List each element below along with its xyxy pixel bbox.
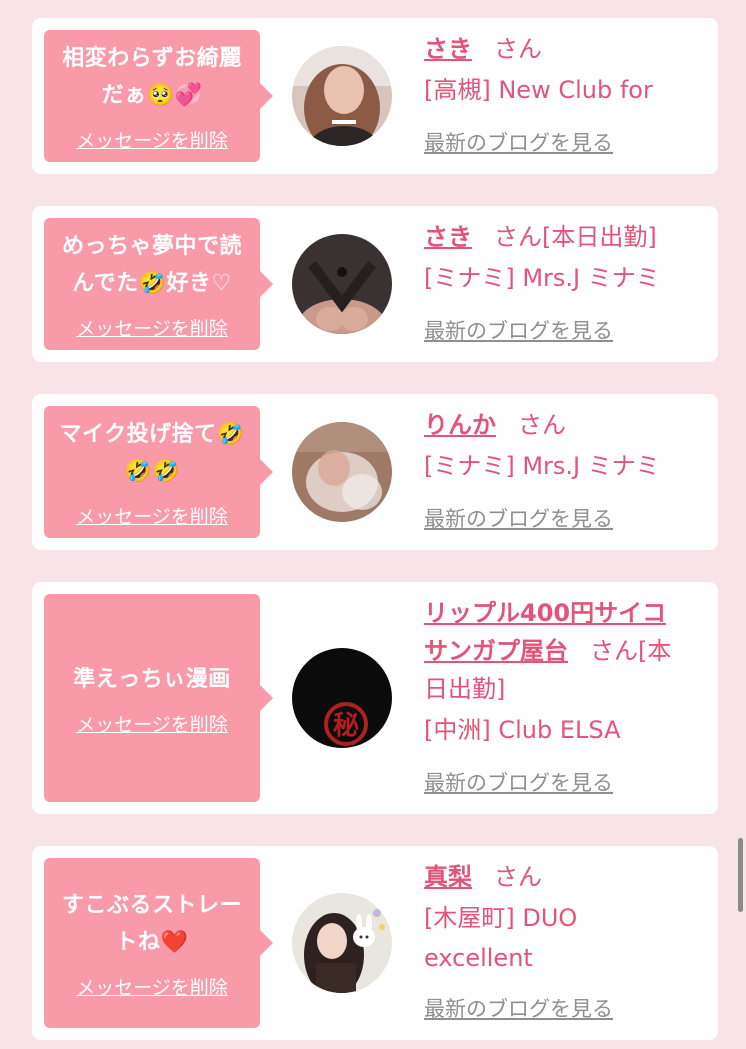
message-bubble: めっちゃ夢中で読 んでた🤣好き♡ メッセージを削除 bbox=[44, 218, 273, 350]
message-bubble: 相変わらずお綺麗 だぁ🥺💞 メッセージを削除 bbox=[44, 30, 273, 162]
delete-message-link[interactable]: メッセージを削除 bbox=[76, 977, 228, 999]
avatar[interactable]: 秘 bbox=[292, 648, 392, 748]
latest-blog-link[interactable]: 最新のブログを見る bbox=[424, 769, 613, 797]
cast-name-link[interactable]: リップル400円サイコ bbox=[424, 599, 666, 627]
avatar-glyph: 秘 bbox=[333, 710, 359, 741]
scrollbar[interactable] bbox=[738, 838, 743, 912]
store-name: [高槻] New Club for bbox=[424, 76, 653, 104]
cast-info: 真梨 さん [木屋町] DUO excellent bbox=[424, 858, 704, 978]
message-text: 準えっちぃ漫画 bbox=[73, 666, 231, 692]
avatar[interactable] bbox=[292, 422, 392, 522]
message-text: めっちゃ夢中で読 んでた🤣好き♡ bbox=[61, 234, 242, 296]
working-today-status: [本 bbox=[638, 637, 672, 665]
message-bubble: すこぶるストレー トね❤️ メッセージを削除 bbox=[44, 858, 273, 1028]
avatar[interactable] bbox=[292, 893, 392, 993]
honorific: さん bbox=[494, 223, 542, 251]
message-card: めっちゃ夢中で読 んでた🤣好き♡ メッセージを削除 さき さん[本日出勤] [ミナ… bbox=[32, 206, 718, 362]
cast-info: さき さん[本日出勤] [ミナミ] Mrs.J ミナミ bbox=[424, 218, 704, 298]
delete-message-link[interactable]: メッセージを削除 bbox=[76, 714, 228, 736]
store-name: [ミナミ] Mrs.J ミナミ bbox=[424, 452, 660, 480]
avatar[interactable] bbox=[292, 46, 392, 146]
cast-name-link[interactable]: さき bbox=[424, 35, 472, 63]
message-card: 準えっちぃ漫画 メッセージを削除 秘 リップル400円サイコ サンガプ屋台 さん[… bbox=[32, 582, 718, 814]
store-name: [木屋町] DUO bbox=[424, 904, 578, 932]
message-bubble: 準えっちぃ漫画 メッセージを削除 bbox=[44, 594, 273, 802]
latest-blog-link[interactable]: 最新のブログを見る bbox=[424, 317, 613, 345]
cast-name-link[interactable]: さき bbox=[424, 223, 472, 251]
cast-info: リップル400円サイコ サンガプ屋台 さん[本 日出勤] [中洲] Club EL… bbox=[424, 594, 704, 750]
honorific: さん bbox=[494, 35, 542, 63]
message-card: マイク投げ捨て🤣 🤣🤣 メッセージを削除 りんか さん [ミナミ] Mrs.J ミ… bbox=[32, 394, 718, 550]
cast-name-link-cont[interactable]: サンガプ屋台 bbox=[424, 637, 568, 665]
cast-info: りんか さん [ミナミ] Mrs.J ミナミ bbox=[424, 406, 704, 486]
delete-message-link[interactable]: メッセージを削除 bbox=[76, 318, 228, 340]
honorific: さん bbox=[590, 637, 638, 665]
working-today-status-cont: 日出勤] bbox=[424, 675, 506, 703]
store-name-cont: excellent bbox=[424, 944, 533, 972]
cast-name-link[interactable]: りんか bbox=[424, 411, 496, 439]
working-today-status: [本日出勤] bbox=[542, 223, 657, 251]
honorific: さん bbox=[494, 863, 542, 891]
message-bubble: マイク投げ捨て🤣 🤣🤣 メッセージを削除 bbox=[44, 406, 273, 538]
avatar[interactable] bbox=[292, 234, 392, 334]
message-text: マイク投げ捨て🤣 🤣🤣 bbox=[59, 422, 245, 484]
store-name: [ミナミ] Mrs.J ミナミ bbox=[424, 264, 660, 292]
delete-message-link[interactable]: メッセージを削除 bbox=[76, 506, 228, 528]
message-card: すこぶるストレー トね❤️ メッセージを削除 真梨 さん [木屋町] DUO ex… bbox=[32, 846, 718, 1040]
delete-message-link[interactable]: メッセージを削除 bbox=[76, 130, 228, 152]
latest-blog-link[interactable]: 最新のブログを見る bbox=[424, 995, 613, 1023]
cast-info: さき さん [高槻] New Club for bbox=[424, 30, 704, 110]
message-card: 相変わらずお綺麗 だぁ🥺💞 メッセージを削除 さき さん [高槻] New Clu… bbox=[32, 18, 718, 174]
message-text: すこぶるストレー トね❤️ bbox=[61, 893, 242, 955]
latest-blog-link[interactable]: 最新のブログを見る bbox=[424, 129, 613, 157]
honorific: さん bbox=[518, 411, 566, 439]
message-text: 相変わらずお綺麗 だぁ🥺💞 bbox=[62, 46, 242, 108]
cast-name-link[interactable]: 真梨 bbox=[424, 863, 472, 891]
latest-blog-link[interactable]: 最新のブログを見る bbox=[424, 505, 613, 533]
store-name: [中洲] Club ELSA bbox=[424, 716, 621, 744]
